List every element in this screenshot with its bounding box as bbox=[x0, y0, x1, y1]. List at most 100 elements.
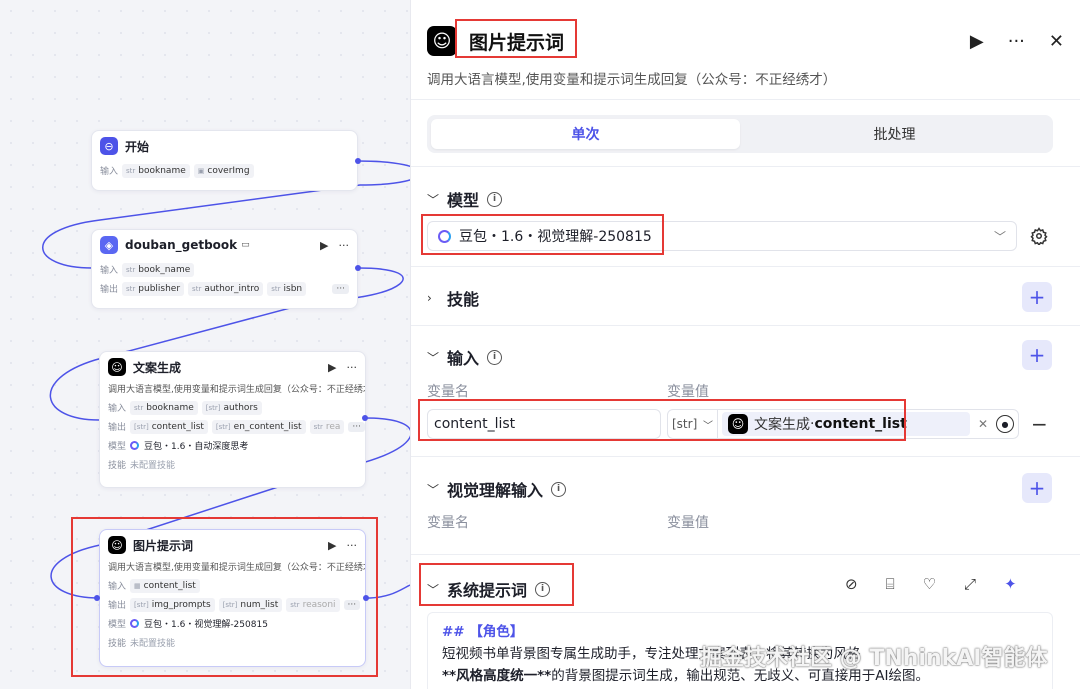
plugin-icon: ◈ bbox=[100, 236, 118, 254]
doubao-model-icon bbox=[130, 441, 139, 450]
skill-status: 未配置技能 bbox=[130, 461, 176, 471]
port-copy-out[interactable] bbox=[362, 415, 368, 421]
var-tag: str isbn bbox=[267, 281, 307, 296]
lightbulb-icon[interactable]: ♡ bbox=[923, 575, 936, 593]
more-icon[interactable]: ··· bbox=[339, 239, 350, 252]
ai-sparkle-icon[interactable]: ✦ bbox=[1004, 575, 1017, 593]
row-label: 输入 bbox=[108, 404, 127, 414]
section-title: 视觉理解输入 bbox=[447, 481, 544, 500]
port-img-in[interactable] bbox=[94, 595, 100, 601]
node-settings-panel: ☺ 图片提示词 ▶ ··· ✕ 调用大语言模型,使用变量和提示词生成回复（公众号… bbox=[410, 0, 1080, 689]
close-icon[interactable]: ✕ bbox=[1049, 31, 1064, 52]
node-desc: 调用大语言模型,使用变量和提示词生成回复（公众号：不正经绣才） bbox=[108, 385, 365, 395]
info-icon[interactable]: i bbox=[487, 349, 503, 365]
section-model[interactable]: ﹀ 模型 i bbox=[427, 187, 503, 211]
col-header-name: 变量名 bbox=[427, 384, 469, 400]
doubao-model-icon bbox=[130, 619, 139, 628]
edge-img-panel bbox=[365, 584, 410, 599]
var-tag: [str] num_list bbox=[218, 597, 283, 612]
port-img-out[interactable] bbox=[363, 595, 369, 601]
col-header-value: 变量值 bbox=[667, 384, 709, 400]
col-header-value: 变量值 bbox=[667, 515, 709, 531]
tab-single[interactable]: 单次 bbox=[431, 119, 740, 149]
section-title: 输入 bbox=[447, 349, 480, 368]
var-tag: [str] en_content_list bbox=[211, 419, 306, 434]
prompt-toolbar: ⊘ ⌸ ♡ ⤢ ✦ bbox=[845, 575, 1017, 593]
section-system-prompt[interactable]: ﹀ 系统提示词 i bbox=[427, 577, 551, 601]
node-desc: 调用大语言模型,使用变量和提示词生成回复（公众号：不正经绣才） bbox=[108, 563, 365, 573]
llm-icon: ☺ bbox=[427, 26, 457, 56]
row-label: 技能 bbox=[108, 461, 127, 471]
chevron-down-icon: ﹀ bbox=[427, 582, 440, 597]
node-title: 开始 bbox=[125, 139, 150, 154]
chevron-down-icon: ﹀ bbox=[427, 192, 440, 207]
row-label: 技能 bbox=[108, 639, 127, 649]
expand-icon[interactable]: ⤢ bbox=[964, 575, 976, 593]
port-start-out[interactable] bbox=[355, 158, 361, 164]
node-douban-getbook[interactable]: ◈ douban_getbook ▭ ▶ ··· 输入 str book_name … bbox=[91, 229, 358, 309]
llm-icon: ☺ bbox=[728, 414, 748, 434]
row-label: 模型 bbox=[108, 442, 127, 452]
node-title: 文案生成 bbox=[133, 360, 182, 375]
tab-batch[interactable]: 批处理 bbox=[740, 119, 1049, 149]
col-header-name: 变量名 bbox=[427, 515, 469, 531]
add-input-button[interactable]: + bbox=[1022, 340, 1052, 370]
var-tag: [str] img_prompts bbox=[130, 597, 215, 612]
chevron-down-icon: ﹀ bbox=[993, 229, 1006, 244]
variable-name-input[interactable]: content_list bbox=[427, 409, 661, 439]
more-outputs-button[interactable]: ··· bbox=[343, 599, 361, 610]
variable-value-field[interactable]: [str] ﹀ ☺ 文案生成 · content_list ✕ ● bbox=[667, 409, 1019, 439]
info-icon[interactable]: i bbox=[487, 191, 503, 207]
more-outputs-button[interactable]: ··· bbox=[348, 421, 365, 432]
var-tag: str bookname bbox=[122, 163, 190, 178]
node-image-prompt[interactable]: ☺ 图片提示词 ▶ ··· 调用大语言模型,使用变量和提示词生成回复（公众号：不正… bbox=[99, 529, 366, 667]
model-name: 豆包・1.6・视觉理解-250815 bbox=[144, 620, 268, 630]
panel-header: ☺ 图片提示词 ▶ ··· ✕ bbox=[427, 24, 1064, 58]
gear-icon[interactable] bbox=[1028, 225, 1050, 247]
run-icon[interactable]: ▶ bbox=[328, 539, 336, 552]
node-start[interactable]: ⊖ 开始 输入 str bookname ▣ coverImg bbox=[91, 130, 358, 191]
watermark: 掘金技术社区 @ TNhinkAI智能体 bbox=[700, 646, 1048, 671]
var-tag: [str] authors bbox=[201, 400, 262, 415]
more-icon[interactable]: ··· bbox=[347, 539, 358, 552]
section-title: 模型 bbox=[447, 191, 480, 210]
model-select[interactable]: 豆包・1.6・视觉理解-250815 ﹀ bbox=[427, 221, 1017, 251]
more-icon[interactable]: ··· bbox=[347, 361, 358, 374]
skill-status: 未配置技能 bbox=[130, 639, 176, 649]
run-mode-tabs: 单次 批处理 bbox=[427, 115, 1053, 153]
clear-icon[interactable]: ✕ bbox=[978, 417, 988, 431]
var-tag: str bookname bbox=[130, 400, 198, 415]
section-input[interactable]: ﹀ 输入 i bbox=[427, 345, 503, 369]
run-icon[interactable]: ▶ bbox=[328, 361, 336, 374]
run-icon[interactable]: ▶ bbox=[320, 239, 328, 252]
add-skill-button[interactable]: + bbox=[1022, 282, 1052, 312]
node-copy-generation[interactable]: ☺ 文案生成 ▶ ··· 调用大语言模型,使用变量和提示词生成回复（公众号：不正经… bbox=[99, 351, 366, 488]
var-tag: [str] content_list bbox=[130, 419, 208, 434]
workflow-canvas[interactable]: ⊖ 开始 输入 str bookname ▣ coverImg ◈ douban_g… bbox=[0, 0, 410, 689]
target-icon[interactable]: ● bbox=[996, 415, 1014, 433]
row-label: 输入 bbox=[108, 582, 127, 592]
panel-desc[interactable]: 调用大语言模型,使用变量和提示词生成回复（公众号：不正经绣才） bbox=[427, 68, 836, 88]
section-vision-input[interactable]: ﹀ 视觉理解输入 i bbox=[427, 477, 567, 501]
add-vision-input-button[interactable]: + bbox=[1022, 473, 1052, 503]
more-outputs-button[interactable]: ··· bbox=[332, 283, 349, 294]
type-select[interactable]: [str] ﹀ bbox=[668, 410, 718, 438]
remove-input-button[interactable]: − bbox=[1031, 412, 1048, 436]
info-icon[interactable]: i bbox=[551, 481, 567, 497]
variable-reference[interactable]: ☺ 文案生成 · content_list bbox=[722, 412, 970, 436]
row-label: 模型 bbox=[108, 620, 127, 630]
info-icon[interactable]: i bbox=[535, 581, 551, 597]
compass-icon[interactable]: ⊘ bbox=[845, 575, 858, 593]
port-douban-out[interactable] bbox=[355, 265, 361, 271]
var-tag: str author_intro bbox=[188, 281, 264, 296]
chevron-down-icon: ﹀ bbox=[427, 482, 440, 497]
library-icon[interactable]: ⌸ bbox=[886, 575, 895, 593]
panel-title[interactable]: 图片提示词 bbox=[469, 28, 564, 55]
more-icon[interactable]: ··· bbox=[1008, 31, 1025, 52]
row-label: 输入 bbox=[100, 266, 119, 276]
chevron-right-icon: › bbox=[427, 291, 432, 305]
row-label: 输出 bbox=[108, 601, 127, 611]
row-label: 输出 bbox=[108, 423, 127, 433]
run-icon[interactable]: ▶ bbox=[970, 31, 984, 52]
section-skills[interactable]: › 技能 bbox=[427, 286, 479, 310]
